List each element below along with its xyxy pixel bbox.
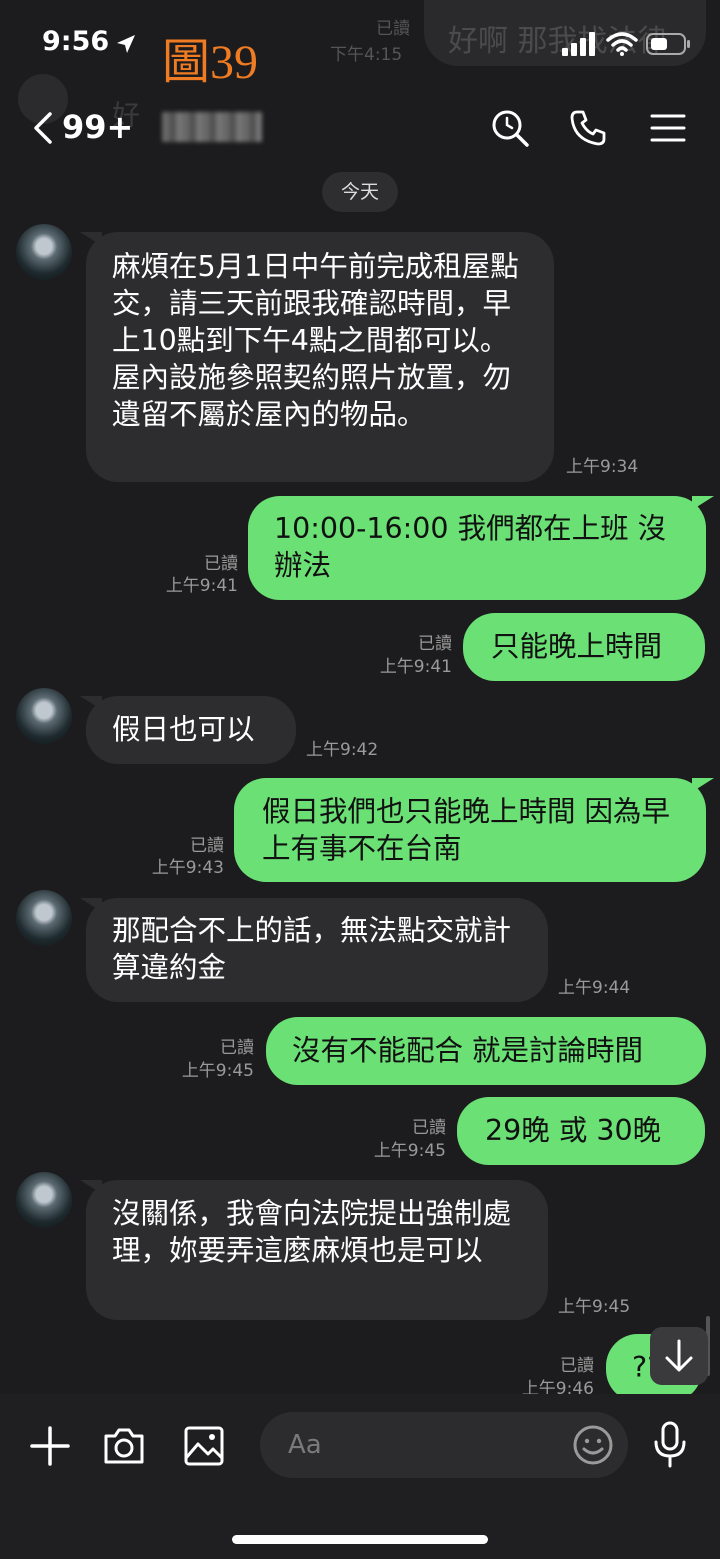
outgoing-message-bubble[interactable]: 29晚 或 30晚 [457,1097,705,1165]
search-icon[interactable] [490,108,530,148]
incoming-message-bubble[interactable]: 那配合不上的話，無法點交就計算違約金 [86,898,548,1002]
image-gallery-icon[interactable] [182,1424,226,1468]
message-timestamp: 上午9:42 [306,740,379,760]
message-timestamp: 上午9:43 [151,858,224,878]
message-timestamp: 上午9:41 [379,657,452,677]
read-receipt: 已讀 [412,1118,446,1138]
plus-icon[interactable] [28,1424,72,1468]
message-text: 那配合不上的話，無法點交就計算違約金 [112,914,512,984]
message-timestamp: 上午9:45 [558,1297,631,1317]
cellular-signal-icon [562,32,595,56]
message-text: 29晚 或 30晚 [485,1114,662,1147]
message-text: 10:00-16:00 我們都在上班 沒辦法 [274,512,667,582]
arrow-down-icon [665,1339,693,1372]
outgoing-message-bubble[interactable]: 沒有不能配合 就是討論時間 [266,1017,706,1085]
overlay-label: 圖39 [162,36,259,89]
menu-icon[interactable] [648,108,688,148]
message-text: 麻煩在5月1日中午前完成租屋點交，請三天前跟我確認時間，早上10點到下午4點之間… [112,250,519,431]
contact-avatar[interactable] [16,224,72,280]
ghost-read-receipt: 已讀 [376,19,410,39]
contact-avatar[interactable] [16,890,72,946]
message-timestamp: 上午9:44 [558,978,631,998]
emoji-icon[interactable] [572,1424,614,1466]
message-timestamp: 上午9:34 [566,457,639,477]
read-receipt: 已讀 [418,634,452,654]
message-text: 只能晚上時間 [491,630,663,663]
location-arrow-icon [117,35,135,53]
contact-name-blurred[interactable] [162,112,262,142]
bubble-tail [692,778,714,792]
outgoing-message-bubble[interactable]: 只能晚上時間 [463,613,705,681]
message-timestamp: 上午9:45 [181,1061,254,1081]
message-text: 沒有不能配合 就是討論時間 [292,1034,644,1067]
microphone-icon[interactable] [650,1420,690,1470]
incoming-message-bubble[interactable]: 假日也可以 [86,696,296,764]
wifi-icon [606,32,638,56]
date-divider: 今天 [322,172,398,212]
camera-icon[interactable] [102,1424,146,1468]
ghost-timestamp: 下午4:15 [330,45,403,65]
home-indicator[interactable] [232,1535,488,1544]
message-timestamp: 上午9:41 [165,576,238,596]
phone-call-icon[interactable] [568,108,608,148]
incoming-message-bubble[interactable]: 麻煩在5月1日中午前完成租屋點交，請三天前跟我確認時間，早上10點到下午4點之間… [86,232,554,482]
message-timestamp: 上午9:45 [373,1141,446,1161]
read-receipt: 已讀 [220,1038,254,1058]
message-text: 沒關係，我會向法院提出強制處理，妳要弄這麼麻煩也是可以 [112,1197,512,1267]
message-text: 假日也可以 [112,713,255,746]
back-chevron-icon[interactable] [28,110,64,146]
battery-icon [646,33,690,55]
outgoing-message-bubble[interactable]: 假日我們也只能晚上時間 因為早上有事不在台南 [234,778,706,882]
bubble-tail [692,496,714,510]
unread-count-badge[interactable]: 99+ [62,108,133,146]
contact-avatar[interactable] [16,1172,72,1228]
outgoing-message-bubble[interactable]: 10:00-16:00 我們都在上班 沒辦法 [248,496,706,600]
incoming-message-bubble[interactable]: 沒關係，我會向法院提出強制處理，妳要弄這麼麻煩也是可以 [86,1180,548,1320]
status-time: 9:56 [42,26,110,57]
read-receipt: 已讀 [560,1356,594,1376]
scroll-to-bottom-button[interactable] [650,1327,708,1385]
message-text: 假日我們也只能晚上時間 因為早上有事不在台南 [262,795,671,865]
contact-avatar[interactable] [16,688,72,744]
